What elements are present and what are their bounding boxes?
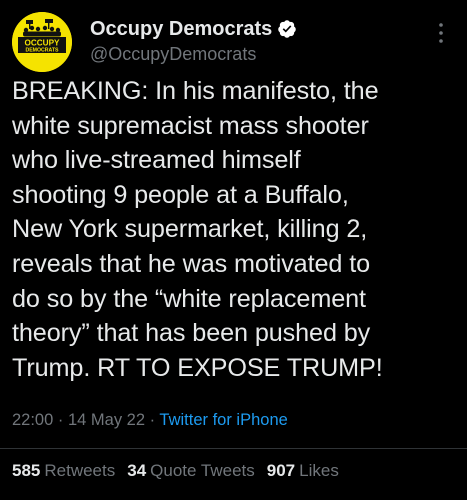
retweets-stat[interactable]: 585 Retweets	[12, 461, 115, 481]
display-name-row: Occupy Democrats	[90, 16, 297, 42]
retweets-count: 585	[12, 461, 41, 480]
likes-label: Likes	[299, 461, 339, 480]
likes-count: 907	[266, 461, 296, 480]
tweet-line: who live-streamed himself	[12, 146, 301, 175]
tweet-line: do so by the “white replacement	[12, 284, 366, 313]
more-vertical-icon[interactable]	[435, 20, 447, 46]
author-handle[interactable]: @OccupyDemocrats	[90, 44, 297, 65]
tweet-stats: 585 Retweets 34 Quote Tweets 907 Likes	[12, 461, 339, 481]
tweet-meta: 22:00 · 14 May 22 · Twitter for iPhone	[12, 411, 288, 430]
quote-tweets-count: 34	[127, 461, 147, 480]
tweet-header: OCCUPY DEMOCRATS Occupy Democrats @Occup…	[12, 12, 455, 72]
avatar-text-top: OCCUPY	[24, 39, 60, 48]
tweet-line: New York supermarket, killing 2,	[12, 215, 368, 244]
quote-tweets-stat[interactable]: 34 Quote Tweets	[127, 461, 255, 481]
tweet-time[interactable]: 22:00	[12, 411, 53, 429]
meta-separator: ·	[149, 411, 156, 429]
avatar[interactable]: OCCUPY DEMOCRATS	[12, 12, 72, 72]
tweet-line: white supremacist mass shooter	[12, 111, 369, 140]
retweets-label: Retweets	[44, 461, 116, 480]
meta-separator: ·	[57, 411, 64, 429]
display-name[interactable]: Occupy Democrats	[90, 18, 272, 41]
avatar-text-bottom: DEMOCRATS	[25, 48, 59, 54]
tweet-line: theory” that has been pushed by	[12, 319, 371, 348]
tweet-line: shooting 9 people at a Buffalo,	[12, 180, 349, 209]
tweet-date[interactable]: 14 May 22	[68, 411, 145, 429]
divider	[0, 448, 467, 449]
tweet-source-link[interactable]: Twitter for iPhone	[159, 411, 287, 429]
likes-stat[interactable]: 907 Likes	[267, 461, 339, 481]
tweet-text: BREAKING: In his manifesto, the white su…	[12, 74, 457, 385]
verified-badge-icon	[277, 19, 297, 39]
tweet-line: BREAKING: In his manifesto, the	[12, 77, 379, 105]
quote-tweets-label: Quote Tweets	[150, 461, 255, 480]
tweet-line: Trump. RT TO EXPOSE TRUMP!	[12, 353, 383, 382]
author-names: Occupy Democrats @OccupyDemocrats	[90, 16, 297, 65]
tweet-line: reveals that he was motivated to	[12, 249, 371, 278]
avatar-logo-icon: OCCUPY DEMOCRATS	[12, 12, 72, 72]
